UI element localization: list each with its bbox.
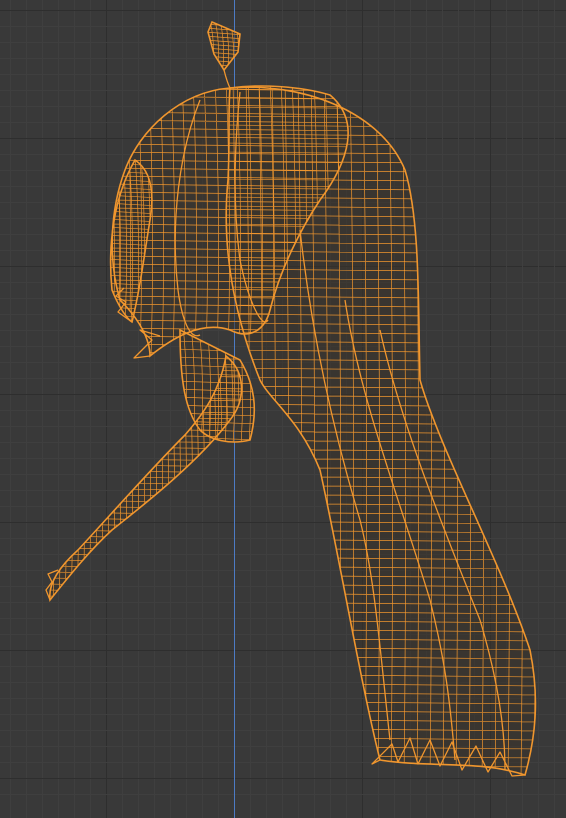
- 3d-viewport[interactable]: [0, 0, 566, 818]
- ahoge-stem: [223, 69, 231, 89]
- hair-mesh-wireframe[interactable]: [0, 0, 566, 818]
